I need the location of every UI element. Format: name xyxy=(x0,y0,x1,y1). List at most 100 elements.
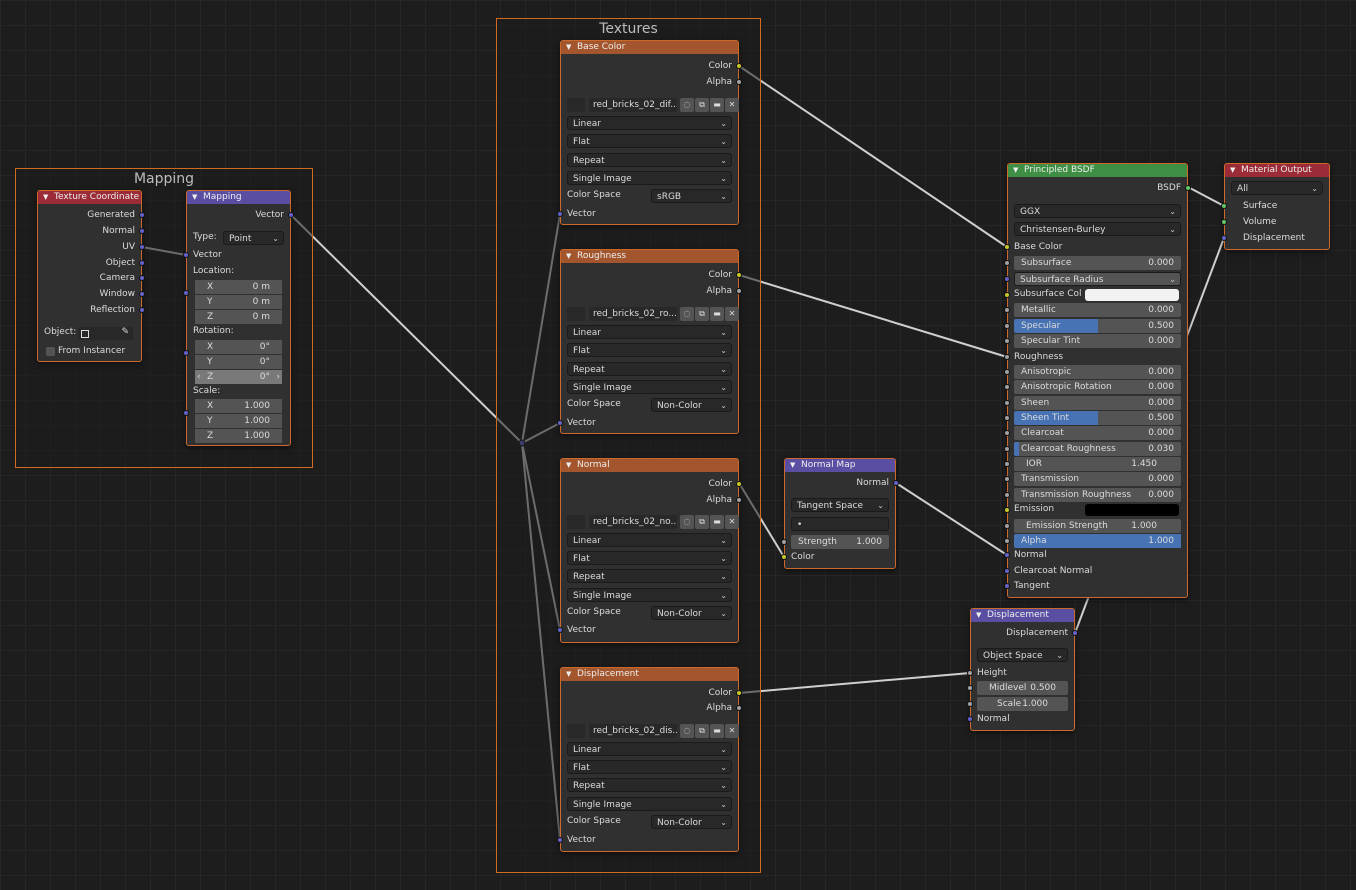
alpha-field[interactable]: Alpha 1.000 xyxy=(1014,534,1181,548)
socket-anisotropic-rotation[interactable] xyxy=(1004,384,1010,390)
interpolation-dropdown[interactable]: Linear ⌄ xyxy=(567,742,732,756)
scale-x[interactable]: X 1.000 xyxy=(195,399,282,413)
clearcoat-roughness-field[interactable]: Clearcoat Roughness 0.030 xyxy=(1014,442,1181,456)
socket-surface[interactable] xyxy=(1221,203,1227,209)
socket-strength[interactable] xyxy=(781,539,787,545)
socket-anisotropic[interactable] xyxy=(1004,369,1010,375)
collapse-icon[interactable]: ▼ xyxy=(790,459,795,472)
node-principled-bsdf[interactable]: ▼ Principled BSDF BSDF GGX ⌄ Christensen-B… xyxy=(1004,163,1191,598)
image-name[interactable]: red_bricks_02_dis... xyxy=(589,724,677,738)
projection-dropdown[interactable]: Flat ⌄ xyxy=(567,343,732,357)
node-mapping[interactable]: ▼ Mapping Vector Type: Point ⌄ Vector Loca… xyxy=(183,190,294,446)
socket-alpha[interactable] xyxy=(736,288,742,294)
image-name[interactable]: red_bricks_02_no... xyxy=(589,515,677,529)
folder-icon[interactable]: ▬ xyxy=(710,515,724,529)
image-selector[interactable]: red_bricks_02_no... ◌ ⧉ ▬ ✕ xyxy=(567,515,739,529)
node-normal-map[interactable]: ▼ Normal Map Normal Tangent Space ⌄ • Stre… xyxy=(781,458,899,569)
location-y[interactable]: Y 0 m xyxy=(195,295,282,309)
node-texture-coordinate[interactable]: ▼ Texture Coordinate Generated Normal UV … xyxy=(37,190,145,362)
socket-clearcoat-roughness[interactable] xyxy=(1004,446,1010,452)
fake-user-icon[interactable]: ◌ xyxy=(680,724,694,738)
socket-tangent[interactable] xyxy=(1004,583,1010,589)
collapse-icon[interactable]: ▼ xyxy=(566,459,571,472)
node-header[interactable]: ▼ Mapping xyxy=(187,191,290,204)
node-image-texture[interactable]: ▼ Base Color Color Alpha red_bricks_02_di… xyxy=(557,40,742,225)
socket-color[interactable] xyxy=(736,63,742,69)
socket-specular[interactable] xyxy=(1004,323,1010,329)
socket-generated[interactable] xyxy=(139,212,145,218)
socket-sheen-tint[interactable] xyxy=(1004,415,1010,421)
from-instancer-checkbox[interactable] xyxy=(46,347,55,356)
socket-color[interactable] xyxy=(736,481,742,487)
space-dropdown[interactable]: Object Space ⌄ xyxy=(977,648,1068,662)
node-header[interactable]: ▼ Base Color xyxy=(561,41,738,54)
close-icon[interactable]: ✕ xyxy=(725,515,739,529)
scale-field[interactable]: Scale 1.000 xyxy=(977,697,1068,711)
projection-dropdown[interactable]: Flat ⌄ xyxy=(567,760,732,774)
image-selector[interactable]: red_bricks_02_dis... ◌ ⧉ ▬ ✕ xyxy=(567,724,739,738)
node-header[interactable]: ▼ Normal Map xyxy=(785,459,895,472)
emission-color-swatch[interactable] xyxy=(1085,504,1179,516)
socket-normal[interactable] xyxy=(967,716,973,722)
location-x[interactable]: X 0 m xyxy=(195,280,282,294)
node-header[interactable]: ▼ Texture Coordinate xyxy=(38,191,141,204)
source-dropdown[interactable]: Single Image ⌄ xyxy=(567,797,732,811)
duplicate-icon[interactable]: ⧉ xyxy=(695,307,709,321)
node-image-texture[interactable]: ▼ Roughness Color Alpha red_bricks_02_ro.… xyxy=(557,249,742,434)
clearcoat-field[interactable]: Clearcoat 0.000 xyxy=(1014,426,1181,440)
specular-tint-field[interactable]: Specular Tint 0.000 xyxy=(1014,334,1181,348)
extension-dropdown[interactable]: Repeat ⌄ xyxy=(567,153,732,167)
node-header[interactable]: ▼ Displacement xyxy=(561,668,738,681)
sheen-tint-field[interactable]: Sheen Tint 0.500 xyxy=(1014,411,1181,425)
socket-metallic[interactable] xyxy=(1004,307,1010,313)
socket-subsurface[interactable] xyxy=(1004,260,1010,266)
ior-field[interactable]: IOR 1.450 xyxy=(1014,457,1181,471)
node-header[interactable]: ▼ Roughness xyxy=(561,250,738,263)
midlevel-field[interactable]: Midlevel 0.500 xyxy=(977,681,1068,695)
socket-uv[interactable] xyxy=(139,244,145,250)
socket-camera[interactable] xyxy=(139,275,145,281)
node-header[interactable]: ▼ Principled BSDF xyxy=(1008,164,1187,177)
socket-color[interactable] xyxy=(736,272,742,278)
rotation-x[interactable]: X 0° xyxy=(195,340,282,354)
projection-dropdown[interactable]: Flat ⌄ xyxy=(567,134,732,148)
transmission-roughness-field[interactable]: Transmission Roughness 0.000 xyxy=(1014,488,1181,502)
node-image-texture[interactable]: ▼ Normal Color Alpha red_bricks_02_no... … xyxy=(557,458,742,643)
socket-location[interactable] xyxy=(183,290,189,296)
image-selector[interactable]: red_bricks_02_ro... ◌ ⧉ ▬ ✕ xyxy=(567,307,739,321)
socket-vector[interactable] xyxy=(557,211,563,217)
rotation-z[interactable]: ‹ Z 0° › xyxy=(195,370,282,384)
socket-alpha[interactable] xyxy=(736,705,742,711)
socket-midlevel[interactable] xyxy=(967,685,973,691)
socket-color[interactable] xyxy=(736,690,742,696)
close-icon[interactable]: ✕ xyxy=(725,724,739,738)
image-browse-icon[interactable] xyxy=(567,98,585,112)
close-icon[interactable]: ✕ xyxy=(725,307,739,321)
anisotropic-field[interactable]: Anisotropic 0.000 xyxy=(1014,365,1181,379)
strength-field[interactable]: Strength 1.000 xyxy=(791,535,889,549)
socket-subsurface-color[interactable] xyxy=(1004,292,1010,298)
duplicate-icon[interactable]: ⧉ xyxy=(695,515,709,529)
socket-base-color[interactable] xyxy=(1004,244,1010,250)
socket-volume[interactable] xyxy=(1221,219,1227,225)
extension-dropdown[interactable]: Repeat ⌄ xyxy=(567,362,732,376)
node-header[interactable]: ▼ Normal xyxy=(561,459,738,472)
image-selector[interactable]: red_bricks_02_dif... ◌ ⧉ ▬ ✕ xyxy=(567,98,739,112)
source-dropdown[interactable]: Single Image ⌄ xyxy=(567,588,732,602)
specular-field[interactable]: Specular 0.500 xyxy=(1014,319,1181,333)
socket-output-vector[interactable] xyxy=(288,212,294,218)
fake-user-icon[interactable]: ◌ xyxy=(680,98,694,112)
socket-emission[interactable] xyxy=(1004,507,1010,513)
subsurface-radius-field[interactable]: Subsurface Radius ⌄ xyxy=(1014,272,1181,286)
socket-window[interactable] xyxy=(139,291,145,297)
collapse-icon[interactable]: ▼ xyxy=(976,609,981,622)
interpolation-dropdown[interactable]: Linear ⌄ xyxy=(567,533,732,547)
space-dropdown[interactable]: Tangent Space ⌄ xyxy=(791,498,889,512)
node-header[interactable]: ▼ Displacement xyxy=(971,609,1074,622)
rotation-y[interactable]: Y 0° xyxy=(195,355,282,369)
anisotropic-rotation-field[interactable]: Anisotropic Rotation 0.000 xyxy=(1014,380,1181,394)
duplicate-icon[interactable]: ⧉ xyxy=(695,98,709,112)
subsurface-method-dropdown[interactable]: Christensen-Burley ⌄ xyxy=(1014,222,1181,236)
socket-vector[interactable] xyxy=(557,837,563,843)
chevron-right-icon[interactable]: › xyxy=(276,370,280,384)
